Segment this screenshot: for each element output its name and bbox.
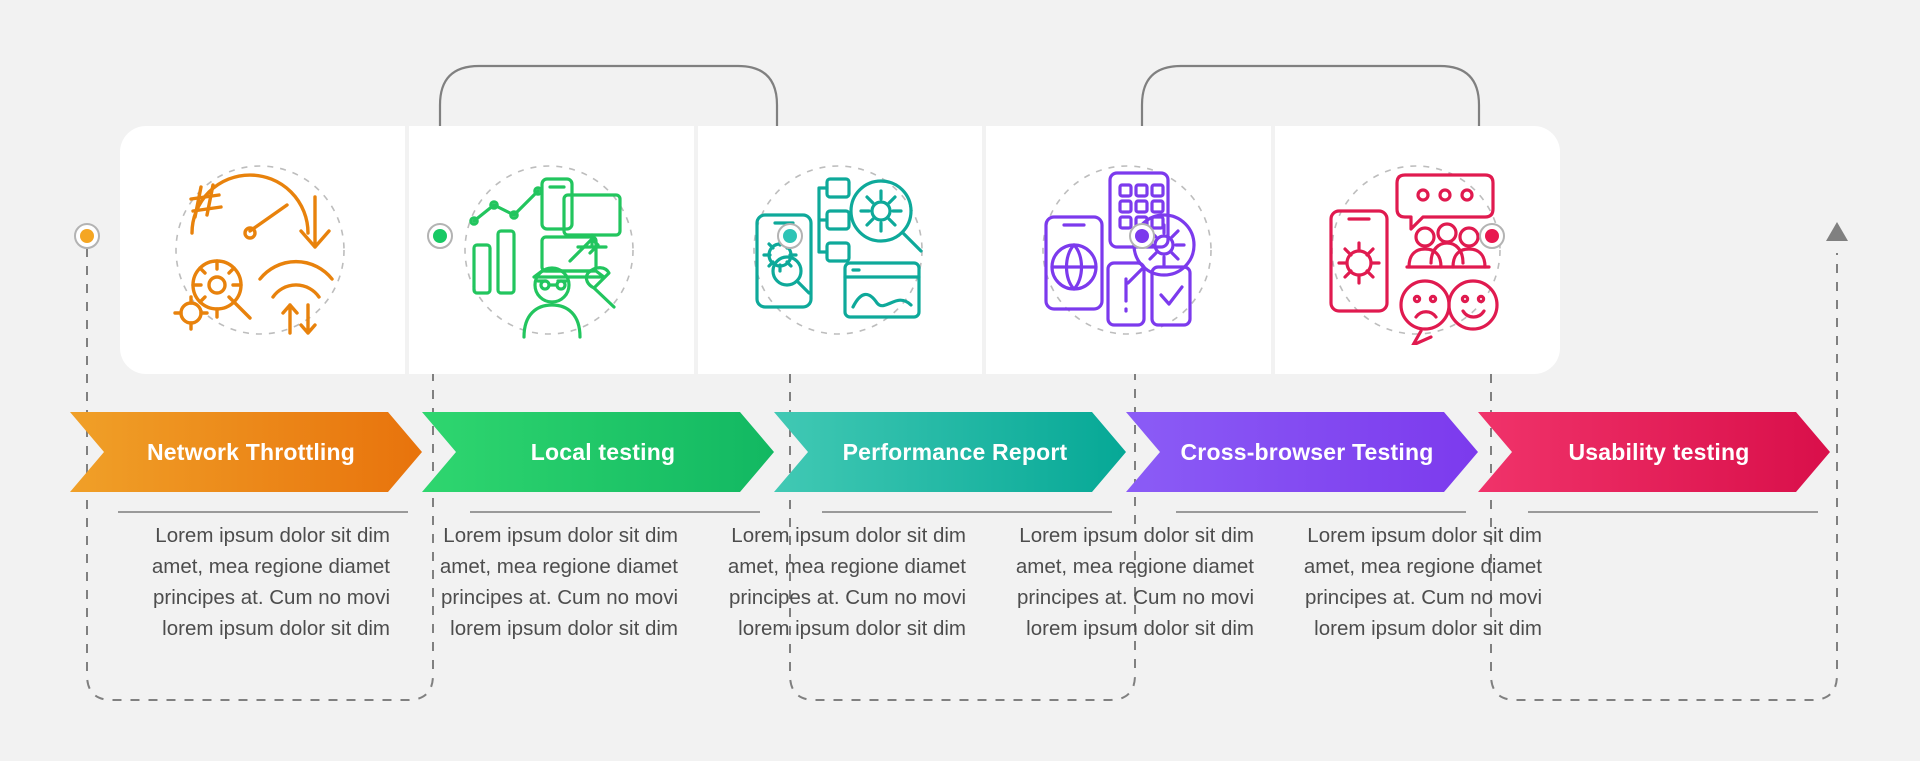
step-label-chevrons: Network Throttling Local testing Perform…: [70, 412, 1590, 492]
description-text: Lorem ipsum dolor sit dim amet, mea regi…: [151, 524, 390, 640]
node-dot: [1485, 229, 1499, 243]
chevron-network-throttling[interactable]: Network Throttling: [70, 412, 422, 492]
icon-card-performance-report: [697, 126, 983, 374]
description-performance-report: Lorem ipsum dolor sit dim amet, mea regi…: [696, 520, 984, 660]
chevron-local-testing[interactable]: Local testing: [422, 412, 774, 492]
chevron-label: Cross-browser Testing: [1180, 438, 1434, 465]
description-usability-testing: Lorem ipsum dolor sit dim amet, mea regi…: [1272, 520, 1560, 660]
node-dot: [80, 229, 94, 243]
chevron-label: Network Throttling: [146, 438, 356, 465]
node-performance-report: [777, 223, 803, 249]
node-local-testing: [427, 223, 453, 249]
icon-card-cross-browser-testing: [986, 126, 1272, 374]
icon-card-local-testing: [408, 126, 694, 374]
gauge-gear-wifi-icon: [157, 155, 367, 345]
node-dot: [433, 229, 447, 243]
description-text: Lorem ipsum dolor sit dim amet, mea regi…: [727, 524, 966, 640]
step-descriptions: Lorem ipsum dolor sit dim amet, mea regi…: [120, 520, 1560, 660]
node-dot: [783, 229, 797, 243]
node-dot: [1135, 229, 1149, 243]
description-cross-browser-testing: Lorem ipsum dolor sit dim amet, mea regi…: [984, 520, 1272, 660]
chevron-label: Performance Report: [842, 438, 1068, 465]
description-text: Lorem ipsum dolor sit dim amet, mea regi…: [439, 524, 678, 640]
user-feedback-emoji-icon: [1313, 155, 1523, 345]
chevron-label: Usability testing: [1568, 438, 1750, 465]
node-cross-browser-testing: [1129, 223, 1155, 249]
chevron-usability-testing[interactable]: Usability testing: [1478, 412, 1830, 492]
description-text: Lorem ipsum dolor sit dim amet, mea regi…: [1303, 524, 1542, 640]
icon-card-strip: [120, 126, 1560, 374]
description-text: Lorem ipsum dolor sit dim amet, mea regi…: [1015, 524, 1254, 640]
infographic-canvas: Network Throttling Local testing Perform…: [0, 0, 1920, 761]
up-arrow-icon: [1826, 222, 1848, 241]
icon-card-usability-testing: [1275, 126, 1560, 374]
mobile-search-report-icon: [735, 155, 945, 345]
node-usability-testing: [1479, 223, 1505, 249]
chevron-label: Local testing: [530, 438, 676, 465]
description-network-throttling: Lorem ipsum dolor sit dim amet, mea regi…: [120, 520, 408, 660]
chevron-cross-browser-testing[interactable]: Cross-browser Testing: [1126, 412, 1478, 492]
devices-browser-check-icon: [1024, 155, 1234, 345]
icon-card-network-throttling: [120, 126, 405, 374]
developer-devices-chart-icon: [446, 155, 656, 345]
description-local-testing: Lorem ipsum dolor sit dim amet, mea regi…: [408, 520, 696, 660]
node-network-throttling: [74, 223, 100, 249]
chevron-performance-report[interactable]: Performance Report: [774, 412, 1126, 492]
